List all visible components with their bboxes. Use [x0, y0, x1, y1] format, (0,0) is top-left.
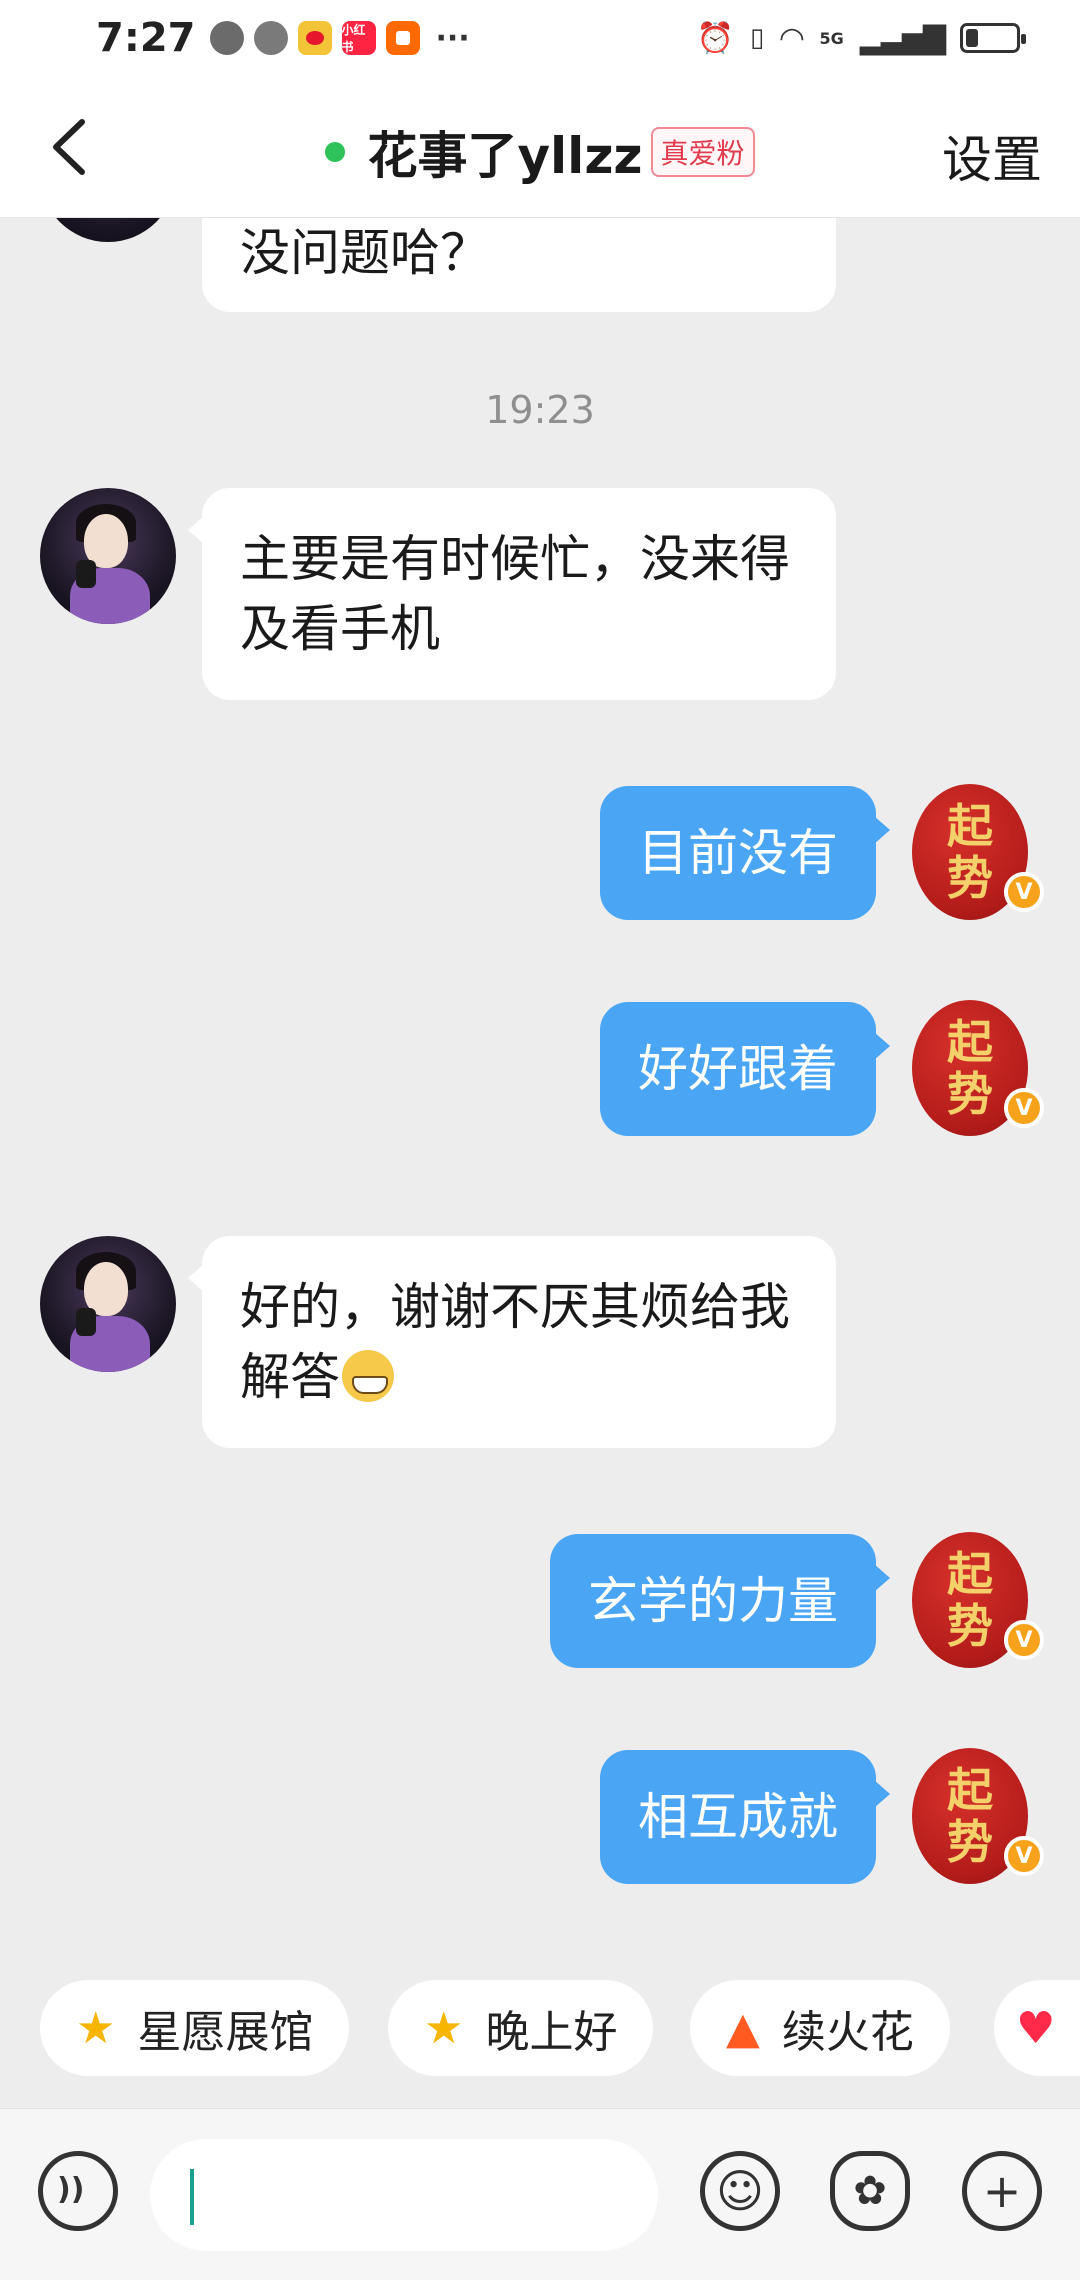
my-avatar[interactable]: 起势 V — [912, 784, 1044, 920]
message-bubble-outgoing[interactable]: 玄学的力量 — [550, 1534, 890, 1668]
message-bubble-outgoing[interactable]: 好好跟着 — [600, 1002, 890, 1136]
message-text: 没问题哈？ — [240, 224, 490, 282]
weibo-icon — [297, 21, 332, 55]
quick-reply-chip[interactable]: ♥ — [994, 1980, 1080, 2076]
message-bubble-outgoing[interactable]: 目前没有 — [600, 786, 890, 920]
message-bubble-incoming[interactable]: 没问题哈？ — [202, 218, 836, 312]
my-avatar[interactable]: 起势 V — [912, 1748, 1044, 1884]
verified-badge-icon: V — [1004, 872, 1044, 912]
contact-avatar[interactable] — [40, 218, 176, 242]
message-input-bar: )) ☺ ✿ + — [0, 2108, 1080, 2280]
online-status-dot — [325, 142, 346, 162]
grinning-emoji-icon — [342, 1350, 394, 1402]
signal-icon: ▂▃▅▇ — [859, 20, 946, 56]
message-text: 好好跟着 — [638, 1040, 838, 1098]
quick-reply-bar: ★ 星愿展馆 ★ 晚上好 ▲ 续火花 ♥ — [0, 1980, 1080, 2090]
sticker-button[interactable]: ✿ — [830, 2151, 910, 2231]
battery-icon — [960, 23, 1026, 53]
status-bar: 7:27 小红书 ··· ⏰ ▯ ◠ 5G ▂▃▅▇ — [0, 0, 1080, 76]
system-icons: ⏰ ▯ ◠ 5G ▂▃▅▇ — [696, 20, 1026, 56]
contact-avatar[interactable] — [40, 488, 176, 624]
message-input[interactable] — [150, 2139, 658, 2251]
quick-reply-chip[interactable]: ★ 星愿展馆 — [40, 1980, 350, 2076]
smiling-star-icon: ★ — [424, 2002, 464, 2054]
chat-header: 花事了yllzz 真爱粉 设置 — [0, 76, 1080, 218]
voice-input-button[interactable]: )) — [38, 2151, 118, 2231]
message-text: 主要是有时候忙，没来得及看手机 — [240, 530, 790, 658]
message-text: 好的，谢谢不厌其烦给我解答 — [240, 1278, 790, 1406]
xiaohongshu-icon: 小红书 — [341, 21, 376, 55]
fire-icon: ▲ — [726, 2002, 760, 2054]
chat-messages[interactable]: 没问题哈？ 19:23 主要是有时候忙，没来得及看手机 目前没有 起势 V 好好… — [0, 218, 1080, 1950]
contact-name: 花事了yllzz — [367, 127, 643, 185]
vibrate-icon: ▯ — [750, 23, 765, 53]
status-time: 7:27 — [96, 15, 196, 61]
plus-icon: + — [982, 2164, 1022, 2218]
verified-badge-icon: V — [1004, 1088, 1044, 1128]
avatar-notification-icon — [209, 21, 244, 55]
verified-badge-icon: V — [1004, 1836, 1044, 1876]
voice-icon: )) — [57, 2172, 85, 2207]
message-bubble-incoming[interactable]: 好的，谢谢不厌其烦给我解答 — [188, 1236, 836, 1448]
message-text: 相互成就 — [638, 1788, 838, 1846]
more-notifications-icon: ··· — [435, 20, 470, 56]
emoji-icon: ☺ — [716, 2164, 764, 2218]
settings-button[interactable]: 设置 — [942, 120, 1042, 192]
chip-label: 星愿展馆 — [137, 2007, 314, 2058]
more-options-button[interactable]: + — [962, 2151, 1042, 2231]
message-timestamp: 19:23 — [485, 388, 595, 432]
heart-icon: ♥ — [1016, 2002, 1056, 2054]
wifi-icon: ◠ — [780, 20, 804, 56]
contact-avatar[interactable] — [40, 1236, 176, 1372]
quick-reply-chip[interactable]: ▲ 续火花 — [690, 1980, 950, 2076]
fan-level-badge: 真爱粉 — [650, 127, 755, 177]
text-cursor — [190, 2169, 194, 2225]
chip-label: 晚上好 — [485, 2007, 618, 2058]
quick-reply-chip[interactable]: ★ 晚上好 — [388, 1980, 654, 2076]
chat-title[interactable]: 花事了yllzz 真爱粉 — [0, 116, 1080, 188]
emoji-button[interactable]: ☺ — [700, 2151, 780, 2231]
message-text: 目前没有 — [638, 824, 838, 882]
verified-badge-icon: V — [1004, 1620, 1044, 1660]
message-text: 玄学的力量 — [588, 1572, 838, 1630]
sticker-icon: ✿ — [853, 2168, 887, 2214]
wechat-icon — [253, 21, 288, 55]
message-bubble-outgoing[interactable]: 相互成就 — [600, 1750, 890, 1884]
alarm-icon: ⏰ — [696, 20, 735, 56]
star-icon: ★ — [76, 2002, 116, 2054]
network-type: 5G — [819, 28, 844, 48]
taobao-icon — [385, 21, 420, 55]
my-avatar[interactable]: 起势 V — [912, 1532, 1044, 1668]
my-avatar[interactable]: 起势 V — [912, 1000, 1044, 1136]
message-bubble-incoming[interactable]: 主要是有时候忙，没来得及看手机 — [188, 488, 836, 700]
chip-label: 续火花 — [781, 2007, 914, 2058]
